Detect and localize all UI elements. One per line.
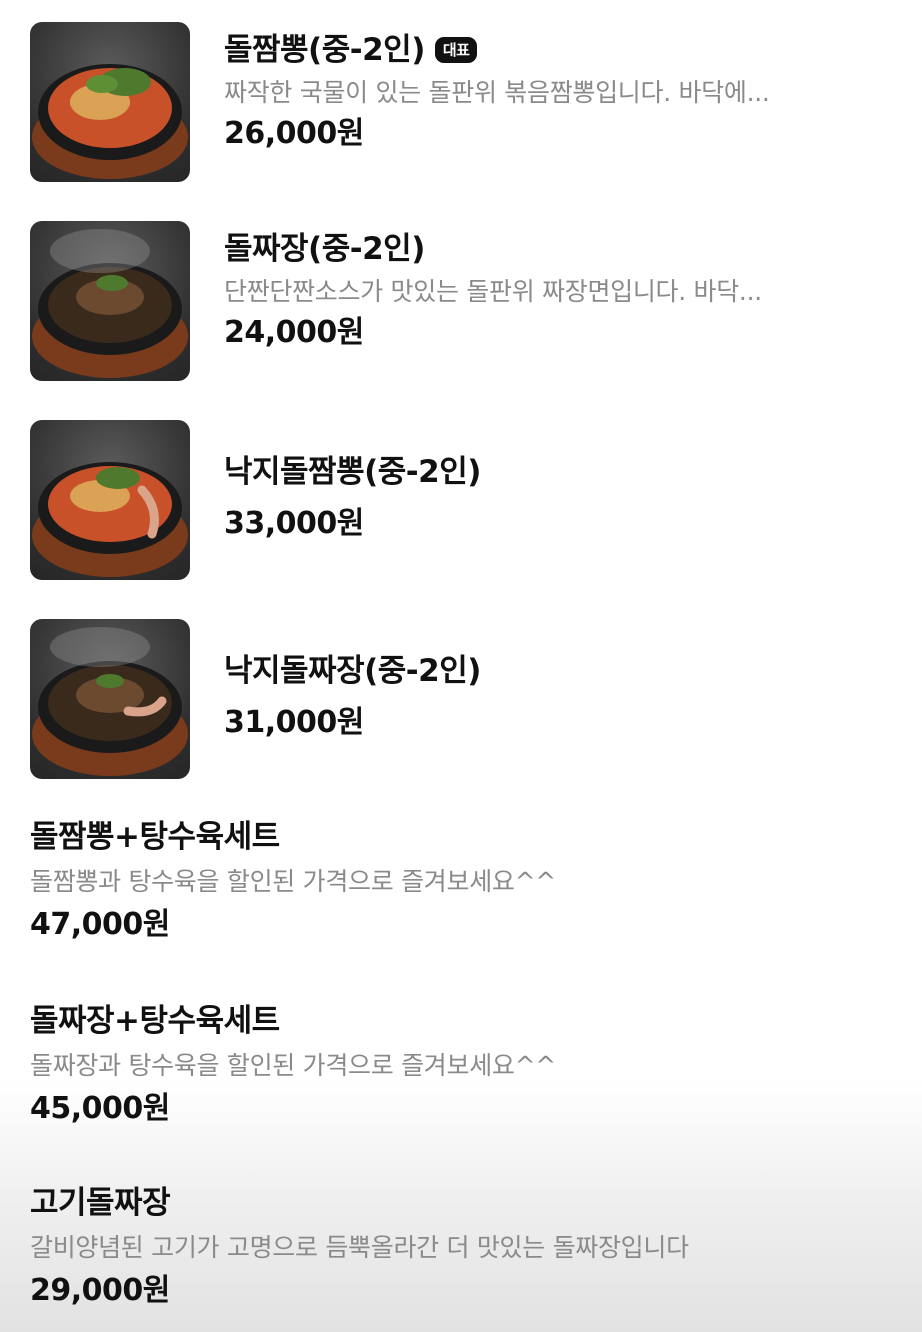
menu-item-description: 갈비양념된 고기가 고명으로 듬뿍올라간 더 맛있는 돌짜장입니다 (30, 1233, 689, 1262)
signature-badge: 대표 (434, 37, 478, 63)
food-thumbnail[interactable] (30, 22, 190, 182)
food-thumbnail[interactable] (30, 420, 190, 580)
menu-item-text: 돌짬뽕(중-2인) 대표 짜작한 국물이 있는 돌판위 볶음짬뽕입니다. 바닥에.… (224, 30, 880, 154)
menu-item-description: 짜작한 국물이 있는 돌판위 볶음짬뽕입니다. 바닥에... (224, 78, 770, 107)
menu-item-description: 돌짬뽕과 탕수육을 할인된 가격으로 즐겨보세요^^ (30, 867, 556, 896)
menu-item-name: 낙지돌짬뽕(중-2인) (224, 454, 481, 490)
menu-item-name: 돌짬뽕+탕수육세트 (30, 819, 280, 855)
menu-item[interactable]: 고기돌짜장 갈비양념된 고기가 고명으로 듬뿍올라간 더 맛있는 돌짜장입니다 … (30, 1183, 689, 1311)
menu-item-text: 낙지돌짬뽕(중-2인) 33,000원 (224, 452, 481, 544)
menu-item-price: 45,000원 (30, 1091, 170, 1126)
menu-item-text: 낙지돌짜장(중-2인) 31,000원 (224, 651, 481, 743)
menu-item-price: 24,000원 (224, 315, 364, 350)
menu-item-description: 단짠단짠소스가 맛있는 돌판위 짜장면입니다. 바닥... (224, 277, 762, 306)
menu-item-name: 돌짜장(중-2인) (224, 231, 425, 267)
menu-item-name: 돌짬뽕(중-2인) (224, 32, 425, 68)
menu-item-text: 돌짜장(중-2인) 단짠단짠소스가 맛있는 돌판위 짜장면입니다. 바닥... … (224, 229, 880, 353)
menu-item[interactable]: 돌짜장+탕수육세트 돌짜장과 탕수육을 할인된 가격으로 즐겨보세요^^ 45,… (30, 1001, 556, 1129)
menu-item-price: 26,000원 (224, 116, 364, 151)
menu-item-name: 고기돌짜장 (30, 1185, 171, 1221)
menu-item-description: 돌짜장과 탕수육을 할인된 가격으로 즐겨보세요^^ (30, 1051, 556, 1080)
menu-item-price: 31,000원 (224, 705, 364, 740)
food-thumbnail[interactable] (30, 619, 190, 779)
food-thumbnail[interactable] (30, 221, 190, 381)
menu-item-name: 낙지돌짜장(중-2인) (224, 653, 481, 689)
menu-item-price: 47,000원 (30, 907, 170, 942)
menu-item[interactable]: 돌짬뽕+탕수육세트 돌짬뽕과 탕수육을 할인된 가격으로 즐겨보세요^^ 47,… (30, 817, 556, 945)
menu-item-name: 돌짜장+탕수육세트 (30, 1003, 280, 1039)
menu-item-price: 29,000원 (30, 1273, 170, 1308)
menu-list: 돌짬뽕(중-2인) 대표 짜작한 국물이 있는 돌판위 볶음짬뽕입니다. 바닥에.… (0, 0, 922, 1332)
menu-item-price: 33,000원 (224, 506, 364, 541)
